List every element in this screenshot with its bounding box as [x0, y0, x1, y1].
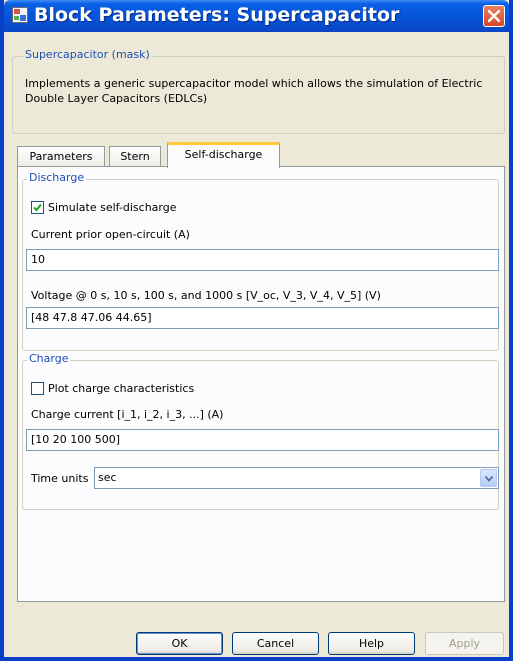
- time-units-value: sec: [98, 471, 117, 484]
- voltage-input[interactable]: [48 47.8 47.06 44.65]: [26, 307, 499, 329]
- discharge-legend: Discharge: [27, 171, 87, 184]
- tab-stern[interactable]: Stern: [109, 146, 161, 167]
- description-line-2: Double Layer Capacitors (EDLCs): [25, 92, 208, 105]
- apply-button[interactable]: Apply: [425, 632, 504, 655]
- close-button[interactable]: [483, 5, 505, 27]
- simulink-block-icon: [12, 7, 28, 23]
- cancel-button[interactable]: Cancel: [232, 632, 319, 655]
- simulate-self-discharge-label[interactable]: Simulate self-discharge: [48, 201, 177, 214]
- checkmark-icon: [33, 203, 42, 212]
- title-bar[interactable]: Block Parameters: Supercapacitor: [4, 0, 509, 32]
- simulate-self-discharge-checkbox[interactable]: [31, 201, 44, 214]
- charge-current-input[interactable]: [10 20 100 500]: [26, 429, 499, 451]
- plot-charge-label[interactable]: Plot charge characteristics: [48, 382, 194, 395]
- tab-self-discharge[interactable]: Self-discharge: [167, 142, 280, 168]
- ok-button[interactable]: OK: [136, 632, 223, 655]
- window-title: Block Parameters: Supercapacitor: [34, 4, 400, 26]
- dialog-window: Block Parameters: Supercapacitor Superca…: [0, 0, 513, 661]
- tab-parameters[interactable]: Parameters: [17, 146, 105, 167]
- mask-legend: Supercapacitor (mask): [23, 48, 152, 61]
- time-units-label: Time units: [31, 472, 89, 485]
- close-x-icon: [488, 10, 500, 22]
- charge-current-label: Charge current [i_1, i_2, i_3, ...] (A): [31, 408, 224, 421]
- voltage-label: Voltage @ 0 s, 10 s, 100 s, and 1000 s […: [31, 289, 381, 302]
- current-prior-label: Current prior open-circuit (A): [31, 228, 190, 241]
- plot-charge-checkbox[interactable]: [31, 382, 44, 395]
- mask-description: Implements a generic supercapacitor mode…: [25, 76, 500, 106]
- chevron-down-icon: [485, 476, 493, 482]
- tab-panel-self-discharge: Discharge Simulate self-discharge Curren…: [17, 166, 505, 602]
- description-line-1: Implements a generic supercapacitor mode…: [25, 77, 483, 90]
- dropdown-arrow-button[interactable]: [480, 469, 497, 487]
- current-prior-input[interactable]: 10: [26, 249, 499, 271]
- help-button[interactable]: Help: [328, 632, 415, 655]
- time-units-select[interactable]: sec: [94, 467, 499, 489]
- charge-legend: Charge: [27, 352, 71, 365]
